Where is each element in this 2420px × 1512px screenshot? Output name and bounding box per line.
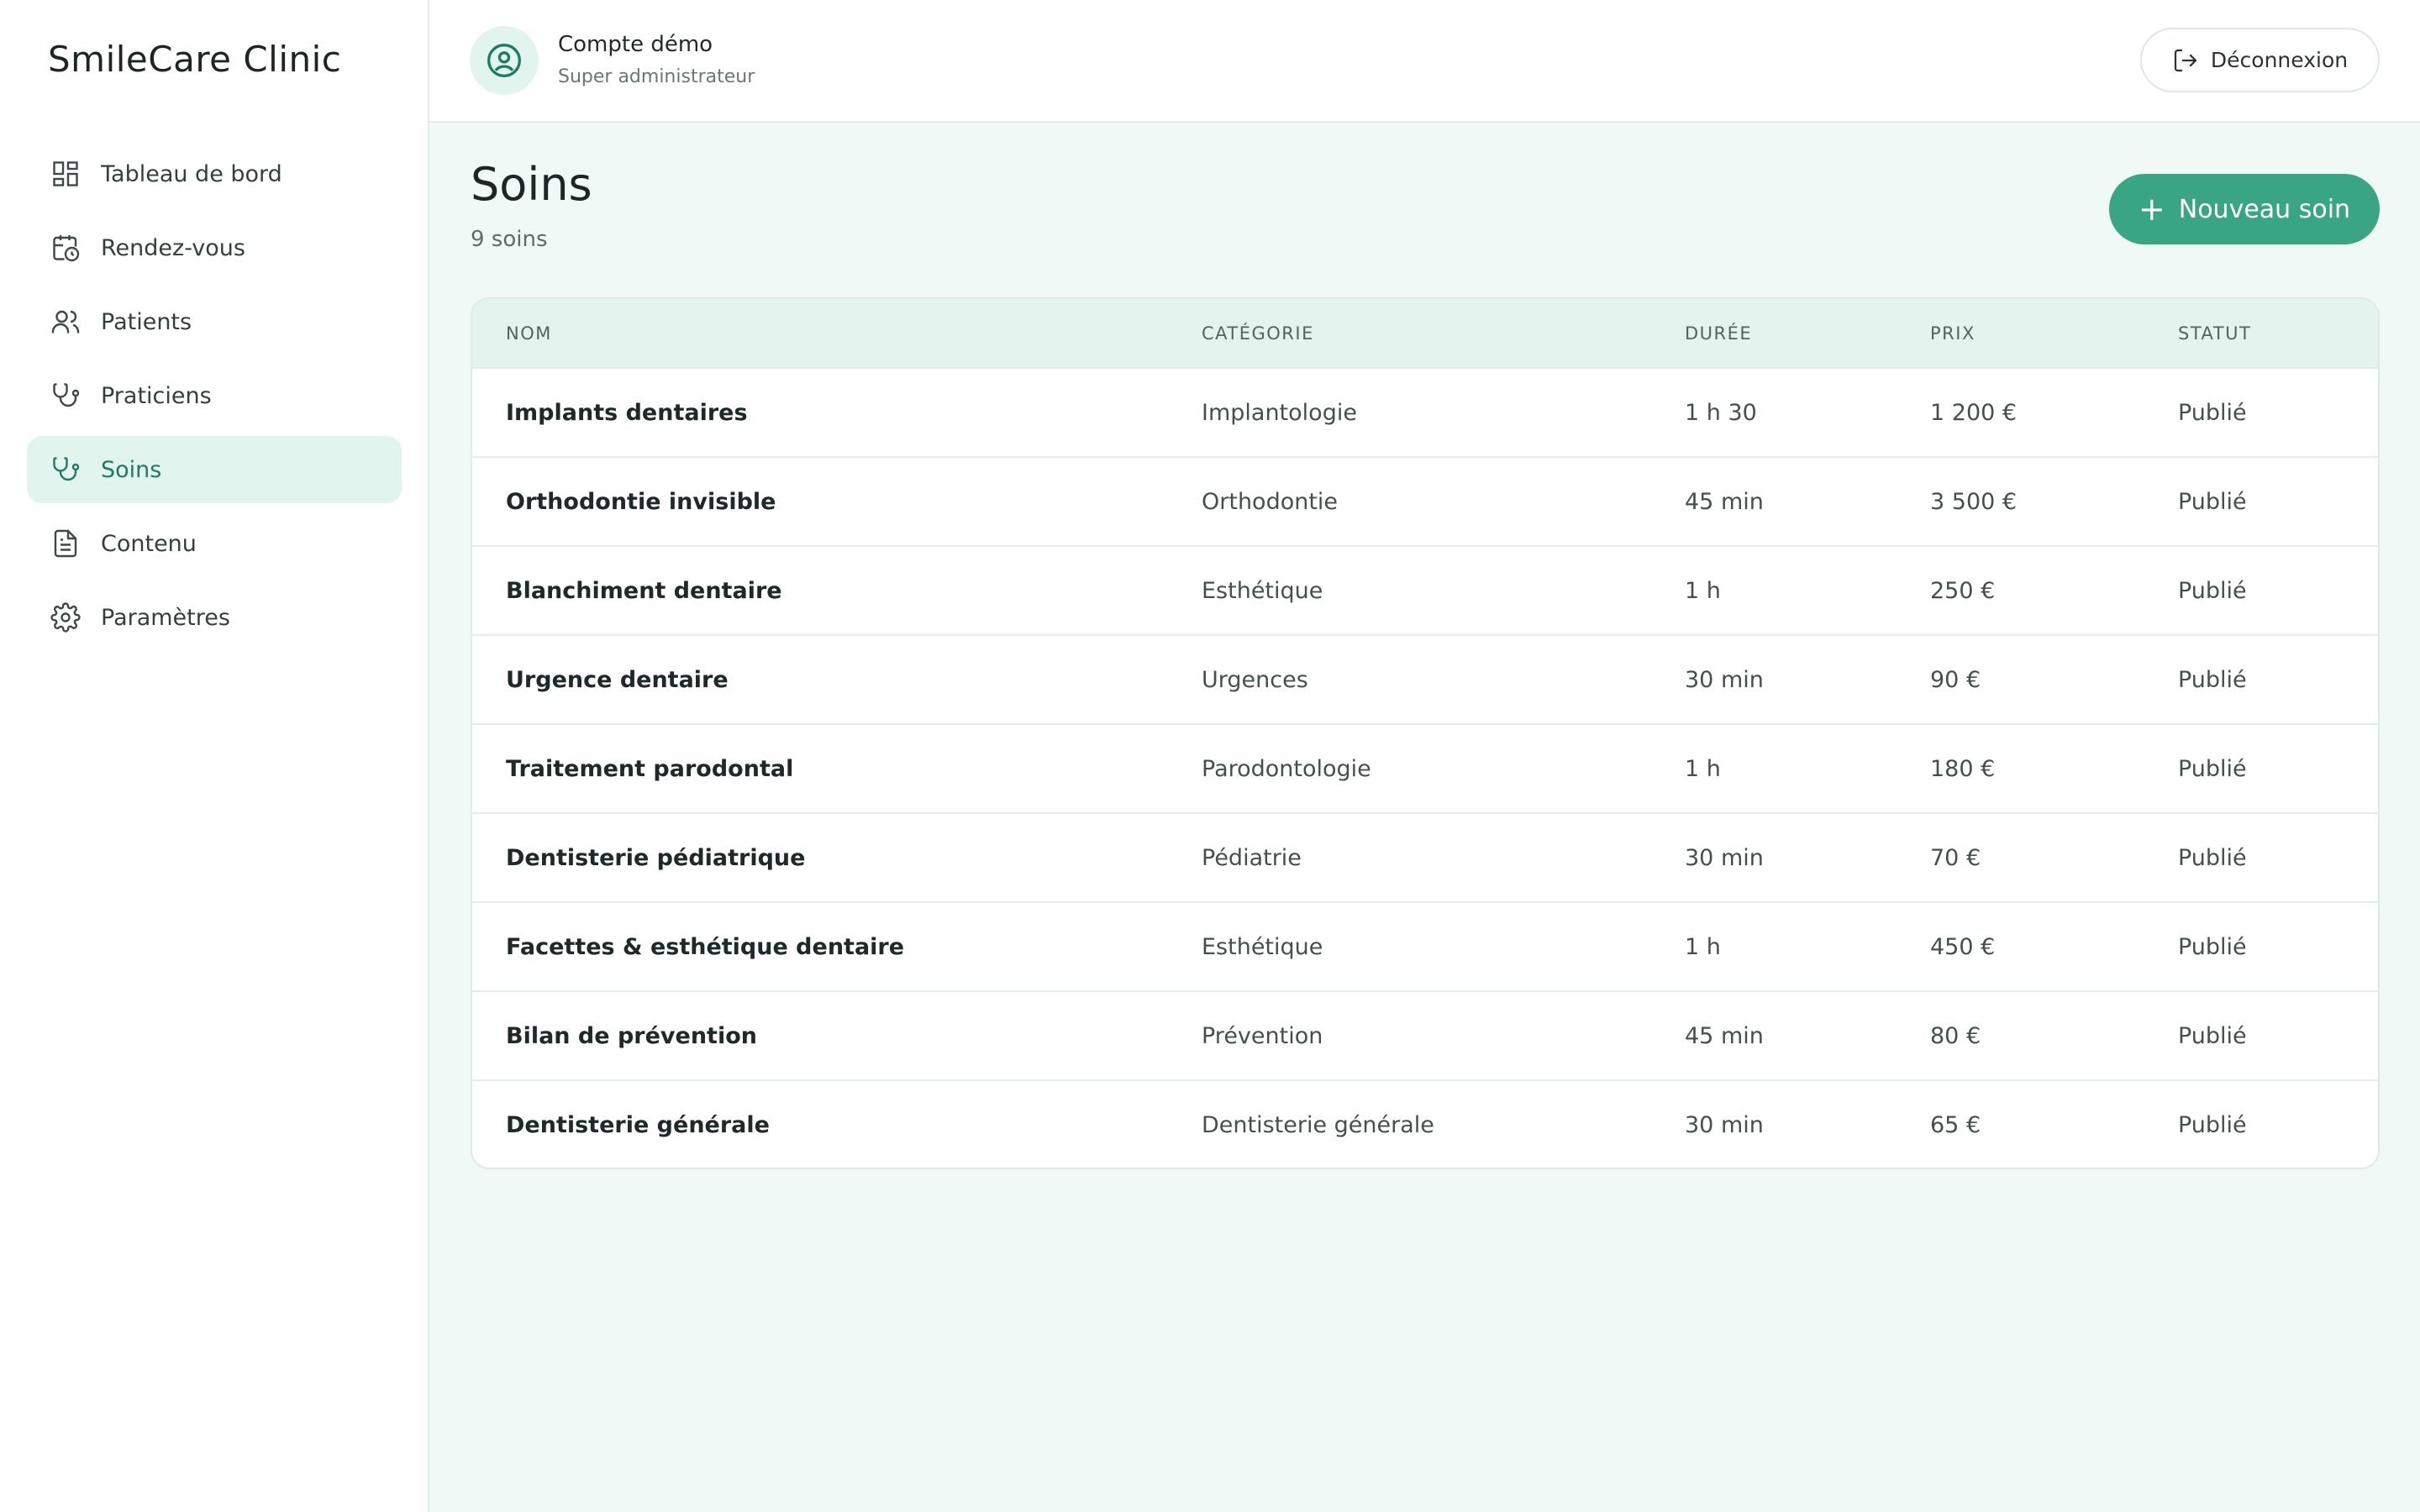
- table-row[interactable]: Blanchiment dentaire Esthétique 1 h 250 …: [472, 546, 2378, 635]
- plus-icon: +: [2138, 191, 2165, 228]
- top-bar: Compte démo Super administrateur Déconne…: [429, 0, 2420, 123]
- table-row[interactable]: Traitement parodontal Parodontologie 1 h…: [472, 724, 2378, 813]
- cell-status: Publié: [2178, 1022, 2247, 1049]
- column-header-category[interactable]: CATÉGORIE: [1202, 299, 1685, 368]
- cell-status: Publié: [2178, 933, 2247, 960]
- cell-name: Orthodontie invisible: [506, 488, 776, 515]
- cell-duration: 1 h: [1685, 933, 1721, 960]
- cell-name: Facettes & esthétique dentaire: [506, 933, 905, 960]
- cell-status: Publié: [2178, 488, 2247, 515]
- cell-duration: 45 min: [1685, 488, 1764, 515]
- dashboard-icon: [50, 158, 82, 190]
- cell-duration: 1 h: [1685, 755, 1721, 782]
- table-row[interactable]: Implants dentaires Implantologie 1 h 30 …: [472, 368, 2378, 457]
- user-circle-icon: [487, 44, 521, 77]
- cell-status: Publié: [2178, 666, 2247, 693]
- cell-category: Urgences: [1202, 666, 1308, 693]
- cell-duration: 30 min: [1685, 1112, 1764, 1138]
- cell-price: 450 €: [1930, 933, 1996, 960]
- table-row[interactable]: Bilan de prévention Prévention 45 min 80…: [472, 991, 2378, 1080]
- sidebar-item-label: Contenu: [101, 530, 197, 557]
- sidebar-item-settings[interactable]: Paramètres: [27, 584, 402, 651]
- cell-category: Implantologie: [1202, 399, 1357, 426]
- sidebar-item-label: Soins: [101, 456, 162, 483]
- cell-name: Urgence dentaire: [506, 666, 729, 693]
- column-header-duration[interactable]: DURÉE: [1685, 299, 1930, 368]
- sidebar-item-practitioners[interactable]: Praticiens: [27, 362, 402, 429]
- table-row[interactable]: Dentisterie pédiatrique Pédiatrie 30 min…: [472, 813, 2378, 902]
- sidebar-item-dashboard[interactable]: Tableau de bord: [27, 140, 402, 207]
- cell-category: Parodontologie: [1202, 755, 1371, 782]
- cell-price: 90 €: [1930, 666, 1981, 693]
- table-row[interactable]: Urgence dentaire Urgences 30 min 90 € Pu…: [472, 635, 2378, 724]
- users-icon: [50, 306, 82, 338]
- item-count: 9 soins: [471, 227, 548, 252]
- cell-status: Publié: [2178, 844, 2247, 871]
- cell-duration: 1 h 30: [1685, 399, 1757, 426]
- sidebar-item-treatments[interactable]: Soins: [27, 436, 402, 503]
- stethoscope-icon: [50, 454, 82, 486]
- brand-logo[interactable]: SmileCare Clinic: [48, 39, 341, 80]
- sidebar-item-appointments[interactable]: Rendez-vous: [27, 214, 402, 281]
- logout-label: Déconnexion: [2210, 48, 2349, 72]
- table-row[interactable]: Facettes & esthétique dentaire Esthétiqu…: [472, 902, 2378, 991]
- sidebar-item-label: Patients: [101, 308, 192, 335]
- sidebar-nav: Tableau de bord Rendez-vous Patients Pra…: [27, 140, 402, 658]
- cell-price: 70 €: [1930, 844, 1981, 871]
- cell-price: 65 €: [1930, 1112, 1981, 1138]
- account-role: Super administrateur: [558, 66, 755, 87]
- cell-name: Traitement parodontal: [506, 755, 794, 782]
- table-row[interactable]: Dentisterie générale Dentisterie général…: [472, 1080, 2378, 1168]
- sidebar: SmileCare Clinic Tableau de bord Rendez-…: [0, 0, 429, 1512]
- cell-duration: 45 min: [1685, 1022, 1764, 1049]
- avatar[interactable]: [470, 26, 539, 95]
- cell-name: Blanchiment dentaire: [506, 577, 782, 604]
- sidebar-item-content[interactable]: Contenu: [27, 510, 402, 577]
- sidebar-item-label: Paramètres: [101, 604, 230, 631]
- cell-category: Dentisterie générale: [1202, 1112, 1434, 1138]
- cell-price: 180 €: [1930, 755, 1996, 782]
- cell-duration: 1 h: [1685, 577, 1721, 604]
- cell-name: Bilan de prévention: [506, 1022, 757, 1049]
- cell-price: 1 200 €: [1930, 399, 2018, 426]
- sidebar-item-label: Tableau de bord: [101, 160, 282, 187]
- cell-category: Esthétique: [1202, 577, 1323, 604]
- cell-category: Orthodontie: [1202, 488, 1339, 515]
- sidebar-item-label: Praticiens: [101, 382, 212, 409]
- cell-status: Publié: [2178, 755, 2247, 782]
- gear-icon: [50, 601, 82, 633]
- cell-price: 80 €: [1930, 1022, 1981, 1049]
- logout-button[interactable]: Déconnexion: [2140, 28, 2380, 92]
- column-header-name[interactable]: NOM: [472, 299, 1202, 368]
- cell-status: Publié: [2178, 577, 2247, 604]
- new-treatment-button[interactable]: + Nouveau soin: [2109, 174, 2380, 244]
- logout-icon: [2174, 49, 2197, 71]
- cell-name: Implants dentaires: [506, 399, 748, 426]
- document-icon: [50, 528, 82, 559]
- new-treatment-label: Nouveau soin: [2178, 194, 2351, 224]
- sidebar-item-label: Rendez-vous: [101, 234, 245, 261]
- column-header-price[interactable]: PRIX: [1930, 299, 2178, 368]
- cell-category: Prévention: [1202, 1022, 1323, 1049]
- calendar-clock-icon: [50, 232, 82, 264]
- cell-price: 3 500 €: [1930, 488, 2018, 515]
- cell-duration: 30 min: [1685, 844, 1764, 871]
- cell-duration: 30 min: [1685, 666, 1764, 693]
- cell-price: 250 €: [1930, 577, 1996, 604]
- cell-name: Dentisterie générale: [506, 1112, 770, 1138]
- account-name: Compte démo: [558, 32, 713, 57]
- page-title: Soins: [471, 158, 592, 211]
- table-row[interactable]: Orthodontie invisible Orthodontie 45 min…: [472, 457, 2378, 546]
- cell-category: Pédiatrie: [1202, 844, 1302, 871]
- table-header-row: NOM CATÉGORIE DURÉE PRIX STATUT: [472, 299, 2378, 368]
- cell-category: Esthétique: [1202, 933, 1323, 960]
- treatments-table: NOM CATÉGORIE DURÉE PRIX STATUT Implants…: [471, 297, 2380, 1169]
- sidebar-item-patients[interactable]: Patients: [27, 288, 402, 355]
- cell-status: Publié: [2178, 1112, 2247, 1138]
- cell-name: Dentisterie pédiatrique: [506, 844, 806, 871]
- column-header-status[interactable]: STATUT: [2178, 299, 2378, 368]
- stethoscope-icon: [50, 380, 82, 412]
- cell-status: Publié: [2178, 399, 2247, 426]
